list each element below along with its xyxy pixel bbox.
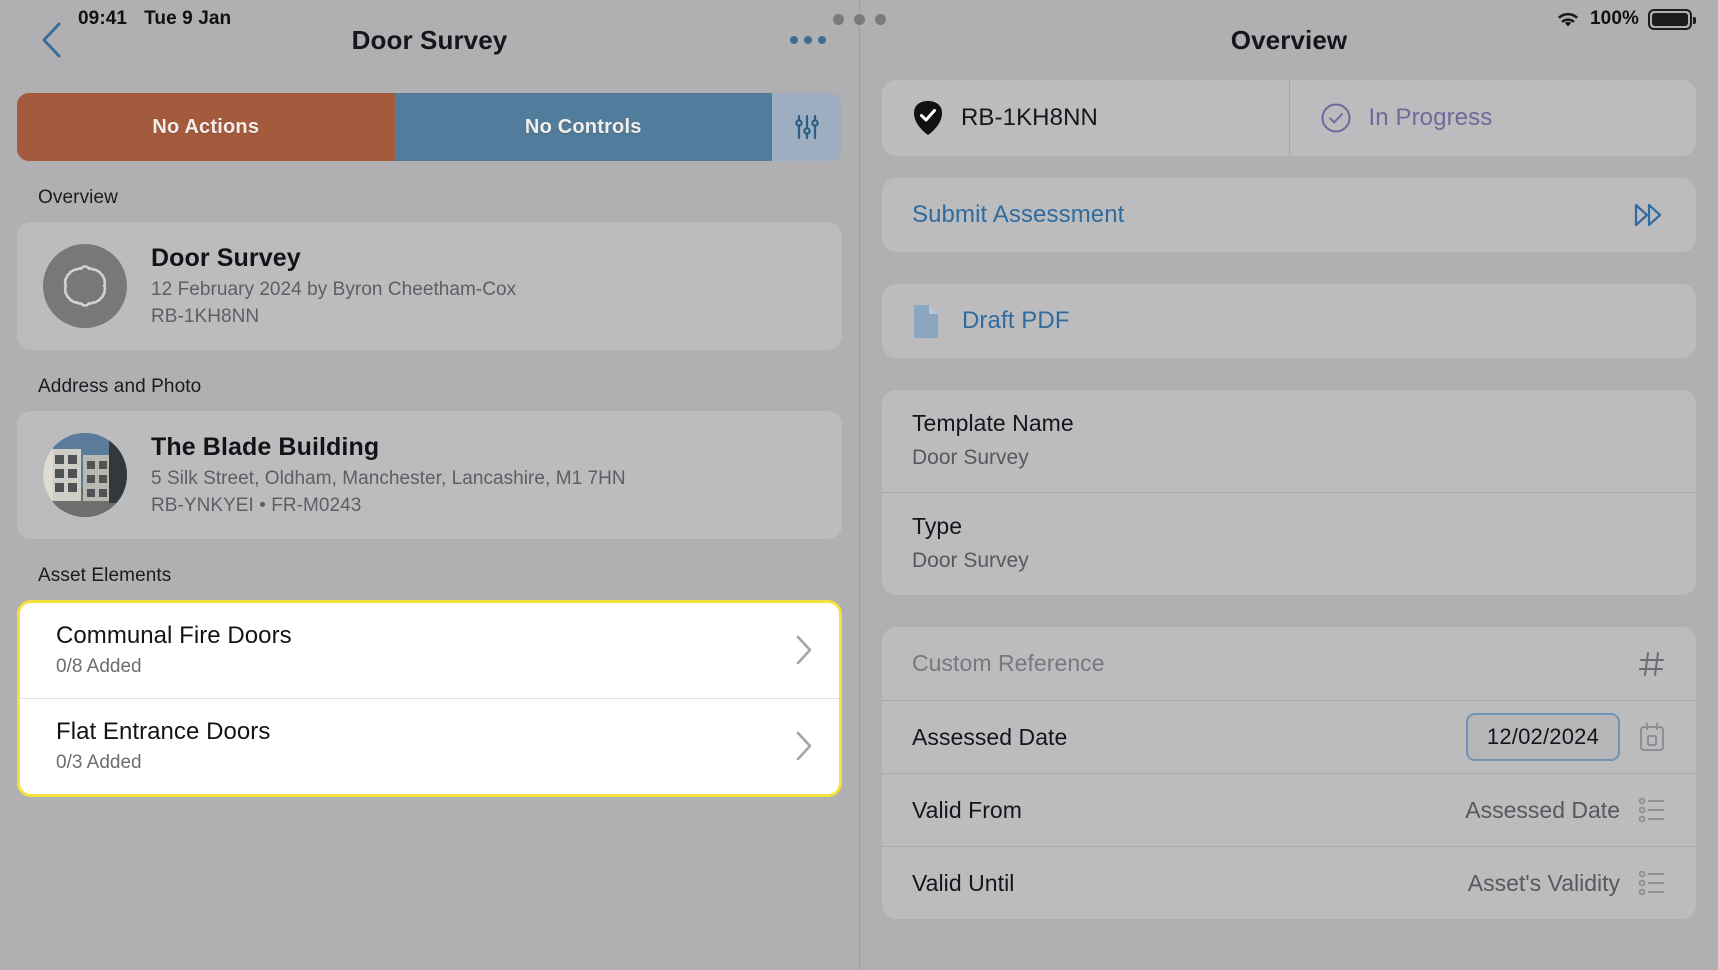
valid-from-label: Valid From: [912, 796, 1022, 823]
list-item-label: Flat Entrance Doors: [56, 718, 271, 745]
overview-text: Door Survey 12 February 2024 by Byron Ch…: [151, 244, 516, 328]
list-item-text: Flat Entrance Doors 0/3 Added: [56, 718, 270, 774]
field-template-name-label: Template Name: [912, 410, 1074, 436]
custom-reference-input[interactable]: Custom Reference: [912, 650, 1105, 677]
submit-assessment-card: Submit Assessment: [882, 178, 1696, 252]
segment-no-controls-label: No Controls: [524, 115, 642, 138]
status-badge: In Progress: [1368, 104, 1493, 131]
status-bar-time: 09:41: [78, 8, 128, 29]
split-view: Door Survey No Actions No Controls Overv…: [0, 0, 1718, 970]
calendar-icon[interactable]: [1638, 722, 1666, 752]
draft-pdf-card: Draft PDF: [882, 284, 1696, 358]
document-icon: [914, 305, 938, 338]
overview-reference: RB-1KH8NN: [151, 306, 260, 327]
field-valid-from: Valid From Assessed Date: [882, 773, 1696, 846]
list-item-count: 0/3 Added: [56, 752, 142, 773]
list-bullet-icon[interactable]: [1638, 870, 1666, 896]
valid-from-value[interactable]: Assessed Date: [1465, 797, 1620, 824]
section-heading-overview: Overview: [38, 187, 118, 208]
summary-status-cell[interactable]: In Progress: [1288, 80, 1697, 156]
address-card[interactable]: The Blade Building 5 Silk Street, Oldham…: [17, 411, 842, 539]
submit-assessment-label: Submit Assessment: [912, 201, 1125, 228]
multitask-handle-icon[interactable]: [830, 8, 888, 30]
assessed-date-right: 12/02/2024: [1465, 713, 1666, 761]
overview-card-row: Door Survey 12 February 2024 by Byron Ch…: [17, 222, 842, 350]
filter-button[interactable]: [772, 93, 842, 161]
list-bullet-icon[interactable]: [1638, 797, 1666, 823]
chevron-right-icon: [796, 731, 812, 761]
list-item-count: 0/8 Added: [56, 656, 142, 677]
field-type-label: Type: [912, 513, 963, 539]
wifi-icon: [1558, 12, 1578, 27]
list-item-label: Communal Fire Doors: [56, 622, 292, 649]
battery-percent-label: 100%: [1590, 8, 1639, 29]
template-fields-card: Template Name Door Survey Type Door Surv…: [882, 390, 1696, 595]
double-chevron-right-icon: [1634, 203, 1662, 227]
building-photo: [43, 433, 127, 517]
status-bar-date: Tue 9 Jan: [144, 8, 232, 29]
asset-elements-list: Communal Fire Doors 0/8 Added Flat Entra…: [17, 600, 842, 797]
assessed-date-label: Assessed Date: [912, 723, 1068, 750]
right-pane: Overview RB-1KH8NN In Progress Submit As…: [860, 0, 1718, 970]
submit-assessment-button[interactable]: Submit Assessment: [882, 178, 1696, 252]
field-type[interactable]: Type Door Survey: [882, 492, 1696, 595]
valid-until-label: Valid Until: [912, 869, 1015, 896]
address-subtitle: 5 Silk Street, Oldham, Manchester, Lanca…: [151, 468, 626, 489]
field-valid-until: Valid Until Asset's Validity: [882, 846, 1696, 919]
overview-card[interactable]: Door Survey 12 February 2024 by Byron Ch…: [17, 222, 842, 350]
status-bar-left: 09:41 Tue 9 Jan: [78, 8, 231, 30]
field-custom-reference[interactable]: Custom Reference: [882, 627, 1696, 700]
list-item[interactable]: Communal Fire Doors 0/8 Added: [20, 603, 839, 698]
field-template-name-value: Door Survey: [912, 446, 1029, 469]
rosette-badge-icon: [63, 265, 107, 307]
left-pane: Door Survey No Actions No Controls Overv…: [0, 0, 860, 970]
segment-no-actions[interactable]: No Actions: [17, 93, 395, 161]
section-heading-address: Address and Photo: [38, 376, 202, 397]
list-item[interactable]: Flat Entrance Doors 0/3 Added: [20, 698, 839, 794]
field-template-name[interactable]: Template Name Door Survey: [882, 390, 1696, 492]
valid-until-right: Asset's Validity: [1468, 870, 1666, 897]
battery-icon: [1648, 8, 1696, 30]
hash-icon[interactable]: [1638, 650, 1666, 678]
shield-check-icon: [914, 101, 942, 135]
address-reference: RB-YNKYEI • FR-M0243: [151, 495, 362, 516]
draft-pdf-button[interactable]: Draft PDF: [882, 284, 1696, 358]
summary-card: RB-1KH8NN In Progress: [882, 80, 1696, 156]
draft-pdf-label: Draft PDF: [962, 307, 1070, 334]
status-bar-right: 100%: [1555, 8, 1696, 30]
assessed-date-value[interactable]: 12/02/2024: [1465, 713, 1620, 761]
custom-reference-right: [1638, 650, 1666, 678]
building-photo-illustration: [43, 433, 127, 517]
summary-reference-label: RB-1KH8NN: [961, 104, 1098, 131]
address-title: The Blade Building: [151, 433, 380, 461]
field-type-value: Door Survey: [912, 549, 1029, 572]
circle-check-icon: [1321, 103, 1350, 133]
segmented-control: No Actions No Controls: [17, 93, 842, 161]
section-heading-asset-elements: Asset Elements: [38, 565, 172, 586]
address-text: The Blade Building 5 Silk Street, Oldham…: [151, 433, 626, 517]
segment-no-actions-label: No Actions: [152, 115, 260, 138]
summary-split: RB-1KH8NN In Progress: [882, 80, 1696, 156]
avatar: [43, 244, 127, 328]
chevron-right-icon: [796, 635, 812, 665]
valid-until-value[interactable]: Asset's Validity: [1468, 870, 1620, 897]
sliders-filter-icon: [795, 114, 819, 140]
valid-from-right: Assessed Date: [1465, 797, 1666, 824]
summary-reference-cell[interactable]: RB-1KH8NN: [882, 80, 1289, 156]
app-root: 09:41 Tue 9 Jan 100% Door Survey No Acti…: [0, 0, 1718, 970]
list-item-text: Communal Fire Doors 0/8 Added: [56, 622, 292, 678]
assessment-details-card: Custom Reference Assessed Date 12/02/202…: [882, 627, 1696, 919]
address-card-row: The Blade Building 5 Silk Street, Oldham…: [17, 411, 842, 539]
field-assessed-date: Assessed Date 12/02/2024: [882, 700, 1696, 773]
overview-subtitle: 12 February 2024 by Byron Cheetham-Cox: [151, 279, 517, 300]
overview-title: Door Survey: [151, 244, 301, 272]
segment-no-controls[interactable]: No Controls: [394, 93, 772, 161]
